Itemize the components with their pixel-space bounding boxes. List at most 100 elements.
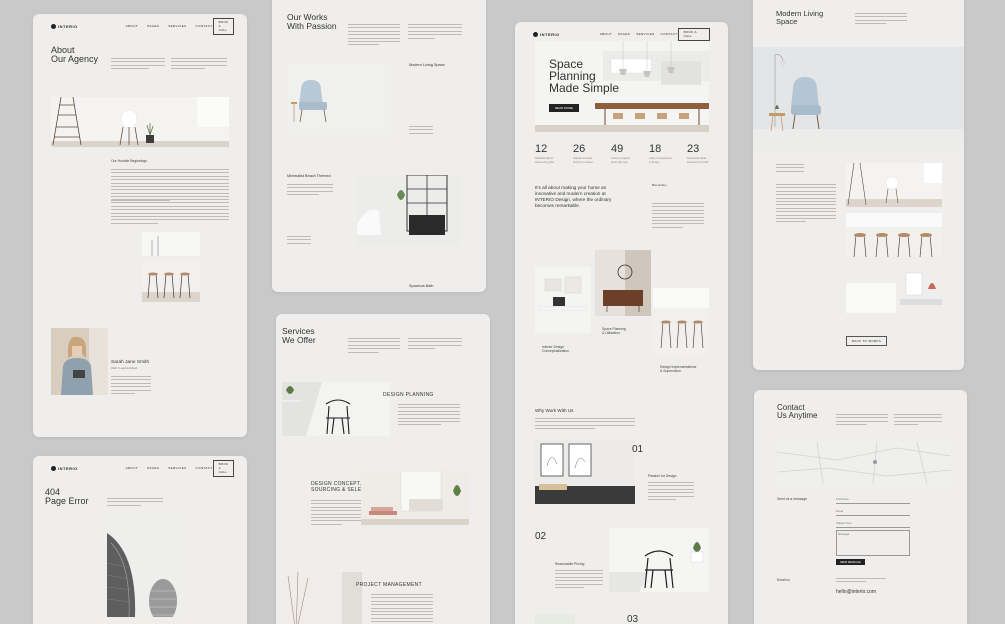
- tile-label: Interior Design Conceptualization: [542, 345, 569, 354]
- stools-image: [142, 232, 200, 256]
- book-call-button[interactable]: BOOK A CALL: [677, 27, 710, 41]
- brand-logo[interactable]: INTERIO: [533, 31, 560, 37]
- logo-icon: [51, 23, 56, 29]
- email-label: Email us: [777, 578, 791, 582]
- stat-item: 23 Successful ideas launched and built: [687, 143, 711, 164]
- intro-text: [111, 58, 165, 72]
- nav-link-pages[interactable]: PAGES: [618, 32, 630, 36]
- title-line: We Offer: [282, 334, 316, 345]
- intro-line: innovative and modern creation at: [535, 190, 606, 196]
- section-heading: Why Work With Us: [535, 408, 574, 413]
- team-member-photo: [51, 328, 108, 395]
- logo-icon: [51, 465, 56, 471]
- stat-item: 18 Years of experience in design: [649, 143, 673, 164]
- send-message-button[interactable]: SEND MESSAGE: [836, 559, 865, 565]
- story-text: [111, 169, 229, 203]
- message-textarea[interactable]: Message: [836, 530, 910, 556]
- service-image-living: [361, 471, 469, 525]
- logo-text: INTERIO: [58, 23, 78, 29]
- about-page-card: INTERIO ABOUT PAGES SERVICES CONTACT BOO…: [33, 14, 247, 437]
- tile-label-line: & Supervision: [660, 369, 681, 374]
- email-text: [836, 578, 886, 585]
- project-text: [287, 184, 333, 198]
- gallery-image-2: [846, 213, 942, 257]
- project-description: [776, 184, 836, 225]
- contact-page-card: Contact Us Anytime Send us a message Ful…: [754, 390, 967, 624]
- tile-image-stools: [653, 288, 709, 354]
- services-page-card: Services We Offer DESIGN PLANNING DESIGN…: [276, 314, 490, 624]
- hero-read-more-button[interactable]: READ MORE: [549, 104, 580, 112]
- service-list: [311, 500, 363, 527]
- nav-link-services[interactable]: SERVICES: [168, 24, 186, 28]
- project-title: Spacious Bath: [409, 284, 434, 288]
- intro-text: [171, 58, 227, 72]
- tile-label: Design Implementations & Supervision: [660, 365, 696, 374]
- hero-room-image: [51, 97, 229, 147]
- intro-line: INTERIO Design, where the ordinary: [535, 196, 612, 202]
- home-page-card: INTERIO ABOUT PAGES SERVICES CONTACT BOO…: [515, 22, 728, 624]
- nav-link-contact[interactable]: CONTACT: [196, 466, 213, 470]
- nav-link-contact[interactable]: CONTACT: [661, 32, 678, 36]
- service-list: [398, 404, 460, 428]
- nav-link-about[interactable]: ABOUT: [600, 32, 612, 36]
- subject-input[interactable]: Subject here: [836, 521, 910, 528]
- feature-image-chair: [609, 528, 709, 592]
- intro-line: becomes remarkable.: [535, 202, 581, 208]
- book-call-button[interactable]: BOOK A CALL: [212, 17, 235, 35]
- stat-label: Satisfied clients across the globe: [535, 157, 555, 164]
- nav-link-about[interactable]: ABOUT: [126, 24, 138, 28]
- works-intro-text: [348, 24, 400, 48]
- hero-title: Space Planning Made Simple: [549, 58, 619, 94]
- feature-text: [648, 482, 694, 502]
- nav-link-services[interactable]: SERVICES: [168, 466, 186, 470]
- gallery-image-3: [846, 269, 942, 313]
- bar-stools-image: [142, 262, 200, 302]
- stat-number: 26: [573, 143, 586, 155]
- hero-title-line: Made Simple: [549, 81, 620, 95]
- bio-text: [111, 376, 151, 396]
- tile-image-desk: [535, 267, 591, 333]
- top-nav: INTERIO ABOUT PAGES SERVICES CONTACT BOO…: [51, 17, 235, 35]
- feature-title: Reasonable Pricing: [555, 562, 585, 566]
- nav-link-about[interactable]: ABOUT: [126, 466, 138, 470]
- title-line: Us Anytime: [777, 411, 818, 421]
- project-meta: [287, 236, 311, 246]
- brand-logo[interactable]: INTERIO: [51, 23, 78, 29]
- service-image-chair: [282, 382, 390, 436]
- email-input[interactable]: Email: [836, 509, 910, 516]
- logo-text: INTERIO: [58, 465, 78, 471]
- services-intro-text: [348, 338, 400, 355]
- nav-link-pages[interactable]: PAGES: [147, 24, 159, 28]
- brand-logo[interactable]: INTERIO: [51, 465, 78, 471]
- feature-number: 02: [535, 531, 547, 542]
- contact-email-link[interactable]: hello@interio.com: [836, 589, 876, 595]
- nav-link-contact[interactable]: CONTACT: [196, 24, 213, 28]
- project-intro-text: [855, 13, 907, 27]
- page-title: Modern Living Space: [776, 10, 823, 26]
- stat-label: Custom projects done with care: [611, 157, 630, 164]
- feature-title: Passion for Design: [648, 474, 677, 478]
- project-title: Minimalist Beach Themed: [287, 174, 331, 178]
- why-text: [535, 418, 635, 432]
- title-line: With Passion: [287, 20, 337, 31]
- gallery-image-1: [846, 163, 942, 207]
- nav-link-services[interactable]: SERVICES: [636, 32, 654, 36]
- full-name-input[interactable]: Full Name: [836, 497, 910, 504]
- feature-image-plants: [535, 614, 575, 624]
- nav-link-pages[interactable]: PAGES: [147, 466, 159, 470]
- service-title: DESIGN PLANNING: [383, 392, 434, 398]
- title-line: Space: [776, 16, 798, 26]
- feature-number: 03: [627, 614, 639, 624]
- team-member-role: CEO / Lead Architect: [111, 366, 138, 370]
- service-image-plants: [282, 572, 362, 624]
- stat-number: 18: [649, 143, 662, 155]
- page-title: Services We Offer: [282, 327, 316, 345]
- tile-label-line: & Utilization: [602, 331, 620, 336]
- works-intro-text: [408, 24, 462, 41]
- book-call-button[interactable]: BOOK A CALL: [212, 459, 235, 477]
- logo-icon: [533, 31, 538, 37]
- service-title: PROJECT MANAGEMENT: [356, 582, 422, 588]
- stats-row: 12 Satisfied clients across the globe 26 A…: [535, 143, 715, 164]
- back-to-works-button[interactable]: BACK TO WORKS: [846, 336, 888, 346]
- page-title: About Our Agency: [51, 45, 98, 65]
